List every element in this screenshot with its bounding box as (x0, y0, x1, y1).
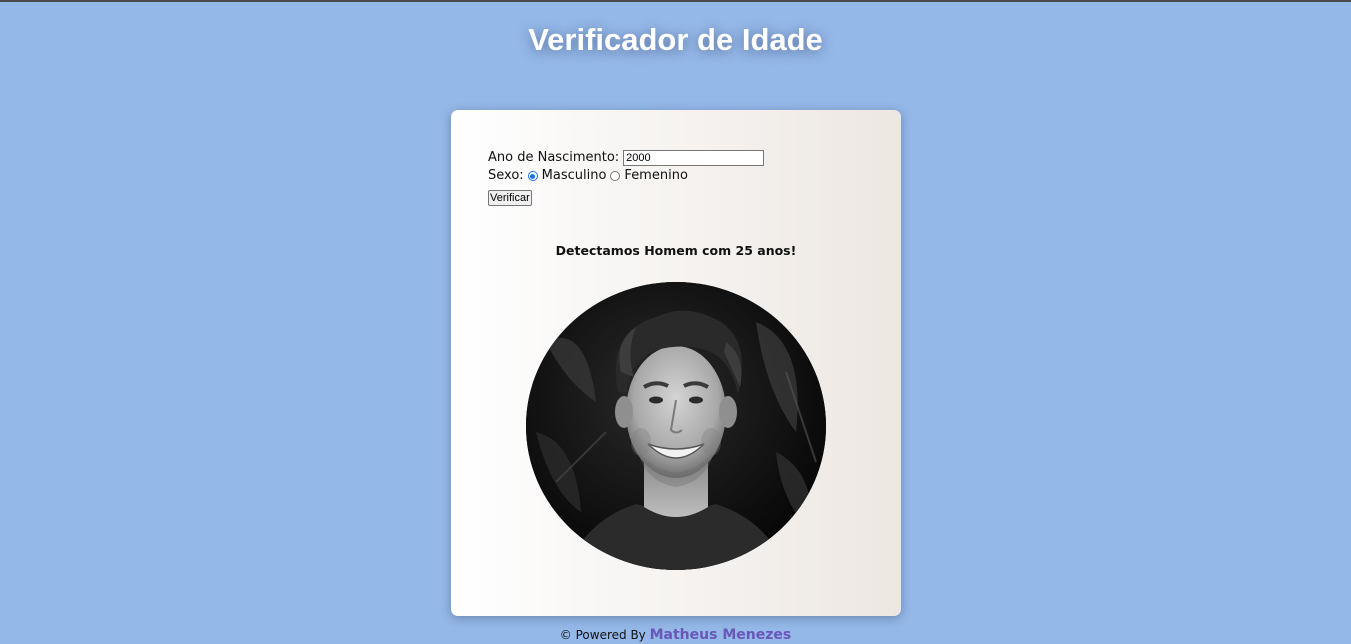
birth-year-label: Ano de Nascimento: (488, 150, 620, 165)
birth-year-row: Ano de Nascimento: (488, 149, 765, 167)
female-radio[interactable] (610, 171, 621, 181)
verify-button[interactable]: Verificar (488, 190, 532, 206)
male-radio[interactable] (527, 171, 538, 181)
result-message: Detectamos Homem com 25 anos! (555, 243, 797, 258)
sex-label: Sexo: (488, 168, 524, 183)
verifier-card: Ano de Nascimento: Sexo: Masculino Femen… (451, 110, 901, 616)
footer: © Powered By Matheus Menezes (0, 627, 1351, 643)
page-title: Verificador de Idade (528, 22, 823, 57)
portrait-photo (526, 282, 826, 570)
male-label[interactable]: Masculino (542, 167, 607, 185)
author-link[interactable]: Matheus Menezes (650, 627, 792, 643)
smiling-man-photo (526, 282, 826, 570)
age-form: Ano de Nascimento: Sexo: Masculino Femen… (488, 149, 765, 207)
sex-row: Sexo: Masculino Femenino (488, 167, 764, 185)
birth-year-input[interactable] (623, 150, 765, 166)
powered-by-text: © Powered By (559, 628, 646, 642)
female-label[interactable]: Femenino (624, 167, 687, 185)
